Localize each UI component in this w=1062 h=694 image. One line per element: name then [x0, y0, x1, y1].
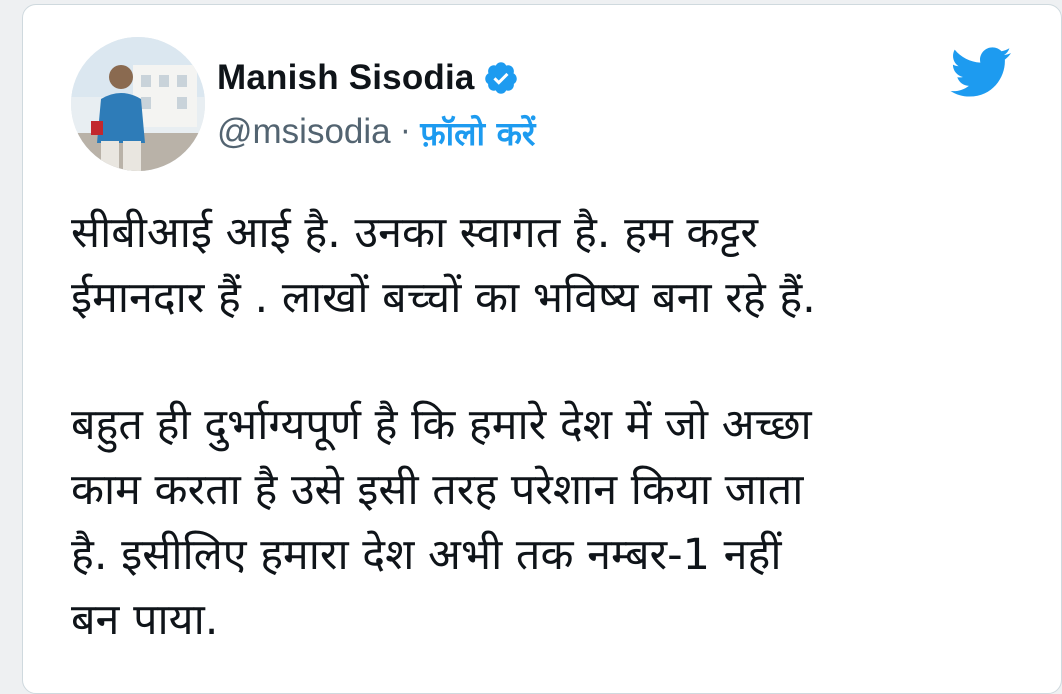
separator-dot: · — [400, 114, 411, 150]
verified-badge-icon — [483, 60, 519, 96]
tweet-text: सीबीआई आई है. उनका स्वागत है. हम कट्टर ई… — [71, 201, 1031, 653]
avatar[interactable] — [71, 37, 205, 171]
follow-button[interactable]: फ़ॉलो करें — [420, 110, 535, 155]
tweet-paragraph: बहुत ही दुर्भाग्यपूर्ण है कि हमारे देश म… — [71, 400, 812, 645]
tweet-card: Manish Sisodia @msisodia · फ़ॉलो करें सी… — [22, 4, 1062, 694]
avatar-photo — [71, 37, 205, 171]
author-handle-row: @msisodia · फ़ॉलो करें — [217, 109, 535, 155]
tweet-paragraph: सीबीआई आई है. उनका स्वागत है. हम कट्टर ई… — [71, 208, 816, 323]
author-name-row: Manish Sisodia — [217, 55, 519, 101]
author-handle[interactable]: @msisodia — [217, 112, 391, 152]
display-name[interactable]: Manish Sisodia — [217, 58, 475, 98]
twitter-bird-icon[interactable] — [948, 45, 1012, 99]
